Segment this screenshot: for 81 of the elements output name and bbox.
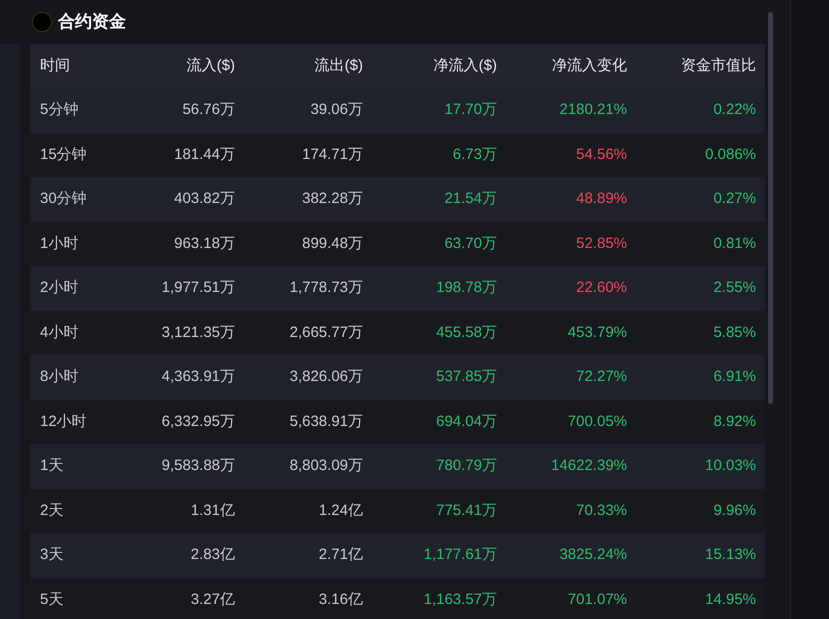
table-cell-text: 39.06万 [310,100,363,120]
table-cell-text: 17.70万 [444,100,497,120]
table-cell-text: 21.54万 [444,189,497,209]
table-cell-text: 5天 [39,590,64,610]
table-cell-text: 14.95% [705,590,756,610]
table-cell-text: 453.79% [568,322,627,342]
table-cell-text: 700.05% [568,412,627,432]
table-cell-text: 1.24亿 [318,500,363,520]
column-header: 净流入变化 [552,56,627,76]
table-cell-text: 5.85% [713,322,756,342]
table-cell-text: 48.89% [576,189,627,209]
table-cell-text: 1天 [39,456,64,476]
table-cell-text: 15.13% [705,545,756,565]
table-cell-text: 0.27% [713,189,756,209]
section-title: 合约资金 [58,11,126,34]
table-cell-text: 701.07% [568,590,627,610]
table-cell-text: 403.82万 [174,189,235,209]
table-cell-text: 0.086% [705,144,756,164]
table-cell-text: 3.16亿 [318,590,363,610]
table-cell-text: 537.85万 [436,367,497,387]
table-cell-text: 1,778.73万 [290,278,363,298]
table-cell-text: 1,177.61万 [424,545,497,565]
table-cell-text: 2.71亿 [318,545,363,565]
column-header: 流入($) [186,56,235,76]
table-cell-text: 4小时 [39,322,78,342]
table-cell-text: 22.60% [576,278,627,298]
table-cell-text: 63.70万 [444,234,497,254]
table-cell-text: 3.27亿 [190,590,235,610]
table-cell-text: 70.33% [576,500,627,520]
table-cell-text: 8小时 [39,367,78,387]
table-cell-text: 10.03% [705,456,756,476]
table-cell-text: 0.81% [713,234,756,254]
table-cell-text: 9.96% [713,500,756,520]
table-cell-text: 899.48万 [302,234,363,254]
table-cell-text: 5分钟 [39,100,78,120]
table-cell-text: 455.58万 [436,322,497,342]
table-cell-text: 14622.39% [551,456,627,476]
table-cell-text: 9,583.88万 [162,456,235,476]
table-cell-text: 0.22% [713,100,756,120]
table-cell-text: 198.78万 [436,278,497,298]
table-cell-text: 1,163.57万 [424,590,497,610]
table-cell-text: 5,638.91万 [290,412,363,432]
table-cell-text: 963.18万 [174,234,235,254]
table-cell-text: 54.56% [576,144,627,164]
table-cell-text: 6.91% [713,367,756,387]
table-cell-text: 1,977.51万 [162,278,235,298]
table-cell-text: 174.71万 [302,144,363,164]
table-cell-text: 775.41万 [436,500,497,520]
table-cell-text: 6,332.95万 [162,412,235,432]
table-cell-text: 8.92% [713,412,756,432]
table-cell-text: 694.04万 [436,412,497,432]
table-cell-text: 3天 [39,545,64,565]
table-cell-text: 2.83亿 [190,545,235,565]
table-cell-text: 52.85% [576,234,627,254]
column-header: 流出($) [314,56,363,76]
table-cell-text: 12小时 [39,412,87,432]
column-header: 时间 [39,56,70,76]
column-header: 净流入($) [434,56,497,76]
table-cell-text: 3,826.06万 [290,367,363,387]
table-cell-text: 780.79万 [436,456,497,476]
table-cell-text: 2180.21% [559,100,627,120]
table-cell-text: 382.28万 [302,189,363,209]
avatar-icon [32,12,52,32]
table-cell-text: 3,121.35万 [162,322,235,342]
table-cell-text: 2天 [39,500,64,520]
table-cell-text: 2.55% [713,278,756,298]
scrollbar-thumb[interactable] [768,12,773,404]
column-header: 资金市值比 [681,56,756,76]
table-cell-text: 6.73万 [452,144,497,164]
table-cell-text: 56.76万 [182,100,235,120]
table-cell-text: 72.27% [576,367,627,387]
table-cell-text: 15分钟 [39,144,87,164]
table-cell-text: 181.44万 [174,144,235,164]
table-cell-text: 30分钟 [39,189,87,209]
table-cell-text: 2,665.77万 [290,322,363,342]
table-cell-text: 1.31亿 [190,500,235,520]
table-cell-text: 1小时 [39,234,78,254]
table-cell-text: 3825.24% [559,545,627,565]
table-cell-text: 8,803.09万 [290,456,363,476]
table-cell-text: 4,363.91万 [162,367,235,387]
table-cell-text: 2小时 [39,278,78,298]
